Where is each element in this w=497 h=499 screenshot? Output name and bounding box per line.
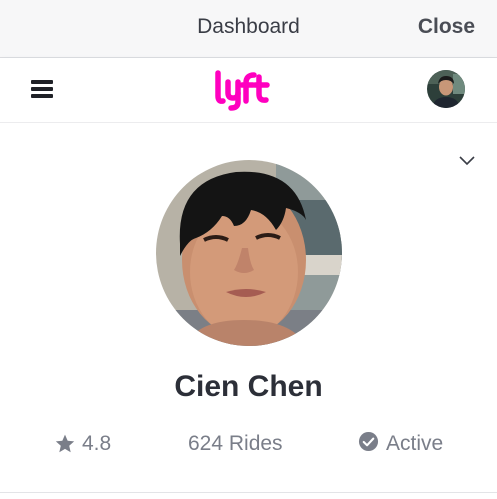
- close-button[interactable]: Close: [418, 15, 475, 39]
- top-bar: Dashboard Close: [0, 0, 497, 58]
- rating-value: 4.8: [82, 432, 112, 455]
- nav-bar: [0, 58, 497, 123]
- rides-count: 624 Rides: [188, 432, 283, 455]
- star-icon: [55, 434, 75, 453]
- status-stat: Active: [358, 431, 444, 456]
- lyft-logo-icon[interactable]: [212, 68, 270, 112]
- profile-photo-image: [156, 160, 342, 346]
- hamburger-menu-icon[interactable]: [31, 80, 53, 98]
- rating-stat: 4.8: [54, 432, 111, 456]
- rides-stat: 624 Rides: [188, 432, 283, 456]
- profile-name: Cien Chen: [174, 370, 323, 403]
- chevron-down-icon[interactable]: [459, 156, 475, 166]
- avatar-image: [427, 70, 465, 108]
- user-avatar[interactable]: [427, 70, 465, 108]
- status-label: Active: [386, 432, 444, 455]
- check-circle-icon: [358, 431, 379, 451]
- profile-photo: [156, 160, 342, 346]
- profile-stats: 4.8 624 Rides Active: [0, 428, 497, 460]
- divider: [0, 492, 497, 493]
